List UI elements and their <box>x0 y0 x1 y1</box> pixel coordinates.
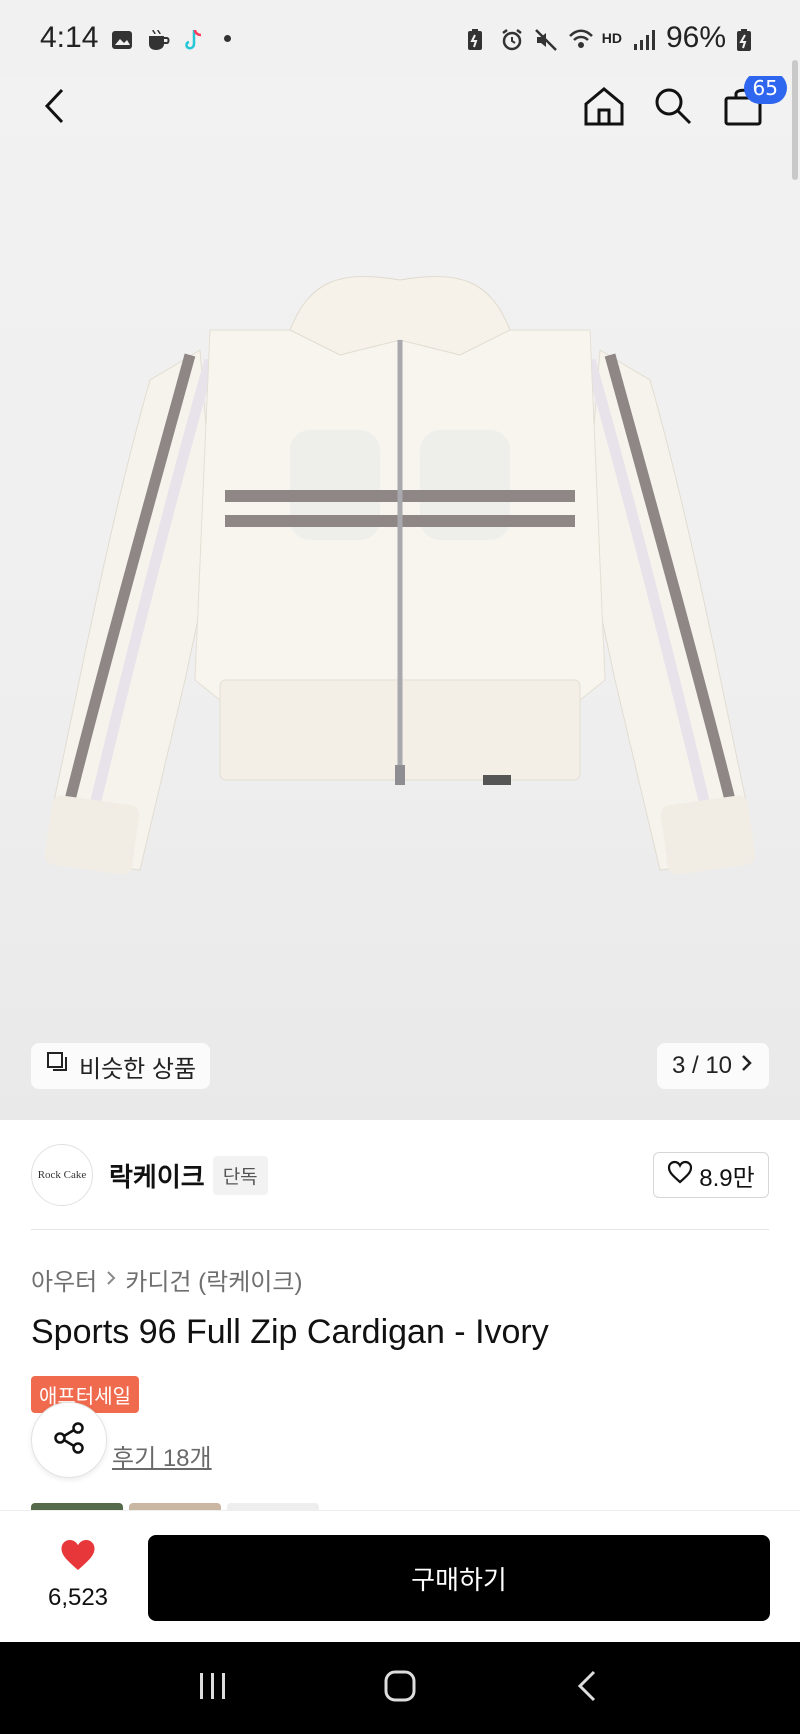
wishlist-count: 6,523 <box>47 1584 109 1611</box>
tiktok-icon <box>182 26 206 50</box>
purchase-bar: 6,523 구매하기 <box>0 1510 800 1642</box>
notification-dot-icon <box>224 34 232 42</box>
cart-count-badge: 65 <box>743 72 787 104</box>
signal-icon <box>632 26 656 50</box>
gallery-icon <box>110 26 134 50</box>
recent-apps-icon <box>197 1671 229 1706</box>
similar-products-label: 비슷한 상품 <box>79 1055 197 1083</box>
brand-logo-text: Rock Cake <box>37 1169 87 1181</box>
wifi-icon <box>568 26 593 50</box>
exclusive-badge: 단독 <box>212 1155 268 1195</box>
brand-like-count: 8.9만 <box>699 1164 755 1192</box>
breadcrumb-subcategory[interactable]: 카디건 (락케이크) <box>125 1262 302 1297</box>
brand-name[interactable]: 락케이크 <box>109 1157 205 1194</box>
buy-button[interactable]: 구매하기 <box>148 1535 770 1621</box>
product-image <box>40 260 760 1000</box>
back-nav-button[interactable] <box>557 1658 617 1718</box>
status-time: 4:14 <box>40 21 99 54</box>
image-pager[interactable]: 3 / 10 <box>657 1043 769 1089</box>
system-navigation-bar <box>0 1642 800 1734</box>
back-button[interactable] <box>26 80 82 136</box>
divider <box>31 1229 769 1230</box>
top-navigation: 65 <box>0 72 800 140</box>
scrollbar[interactable] <box>792 60 798 180</box>
alarm-icon <box>500 26 524 51</box>
battery-percent: 96% <box>665 21 726 54</box>
status-bar: 4:14 HD 96% <box>0 0 800 76</box>
coffee-icon <box>146 26 170 50</box>
brand-logo[interactable]: Rock Cake <box>31 1144 93 1206</box>
home-icon <box>583 85 625 132</box>
similar-products-button[interactable]: 비슷한 상품 <box>31 1043 211 1089</box>
breadcrumb-category[interactable]: 아우터 <box>31 1262 97 1297</box>
search-button[interactable] <box>645 80 701 136</box>
battery-charging-icon <box>736 26 760 51</box>
product-image-gallery[interactable]: 비슷한 상품 3 / 10 <box>0 0 800 1120</box>
recent-apps-button[interactable] <box>183 1658 243 1718</box>
wishlist-button[interactable]: 6,523 <box>40 1537 116 1612</box>
share-button[interactable] <box>31 1402 107 1478</box>
search-icon <box>653 86 693 131</box>
back-arrow-icon <box>576 1669 598 1708</box>
chevron-left-icon <box>42 86 66 131</box>
heart-outline-icon <box>667 1160 693 1191</box>
brand-like-button[interactable]: 8.9만 <box>653 1152 769 1198</box>
review-link[interactable]: 후기 18개 <box>112 1438 212 1473</box>
cart-button[interactable]: 65 <box>715 72 787 136</box>
breadcrumb: 아우터 카디건 (락케이크) <box>31 1262 302 1297</box>
share-icon <box>51 1420 87 1461</box>
battery-saver-icon <box>466 26 490 50</box>
chevron-right-icon <box>105 1267 117 1293</box>
copy-icon <box>45 1050 71 1083</box>
pager-text: 3 / 10 <box>671 1052 733 1079</box>
product-title: Sports 96 Full Zip Cardigan - Ivory <box>31 1313 549 1351</box>
heart-filled-icon <box>58 1537 98 1578</box>
hd-voice-label: HD <box>601 30 622 46</box>
home-circle-icon <box>383 1669 417 1708</box>
home-button[interactable] <box>576 80 632 136</box>
home-nav-button[interactable] <box>370 1658 430 1718</box>
chevron-right-icon <box>740 1052 754 1080</box>
brand-row: Rock Cake 락케이크 단독 8.9만 <box>31 1144 769 1206</box>
mute-icon <box>534 26 558 51</box>
